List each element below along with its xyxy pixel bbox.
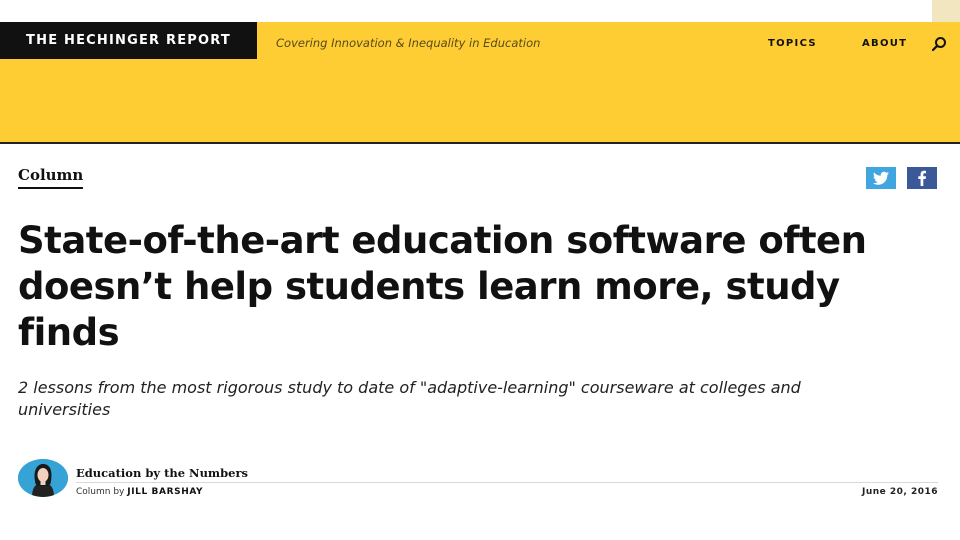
facebook-icon <box>918 170 926 186</box>
nav-topics[interactable]: TOPICS <box>768 38 817 49</box>
article-title: State-of-the-art education software ofte… <box>18 219 867 354</box>
site-header: THE HECHINGER REPORT Covering Innovation… <box>0 22 960 144</box>
byline-divider <box>76 482 938 483</box>
article-subtitle: 2 lessons from the most rigorous study t… <box>18 378 801 419</box>
byline-prefix: Column by <box>76 487 125 497</box>
facebook-share-button[interactable] <box>907 167 937 189</box>
author-portrait-icon <box>18 459 68 497</box>
search-icon[interactable] <box>931 36 947 52</box>
top-right-strip <box>932 0 960 22</box>
author-link[interactable]: JILL BARSHAY <box>127 487 203 497</box>
site-logo[interactable]: THE HECHINGER REPORT <box>0 22 257 59</box>
site-tagline: Covering Innovation & Inequality in Educ… <box>276 36 541 50</box>
twitter-share-button[interactable] <box>866 167 896 189</box>
byline: Column by JILL BARSHAY <box>76 487 203 497</box>
column-name[interactable]: Education by the Numbers <box>76 466 248 480</box>
twitter-icon <box>873 171 889 185</box>
publish-date: June 20, 2016 <box>862 487 939 497</box>
nav-about[interactable]: ABOUT <box>862 38 907 49</box>
author-avatar[interactable] <box>18 459 68 497</box>
section-label-column[interactable]: Column <box>18 166 84 189</box>
